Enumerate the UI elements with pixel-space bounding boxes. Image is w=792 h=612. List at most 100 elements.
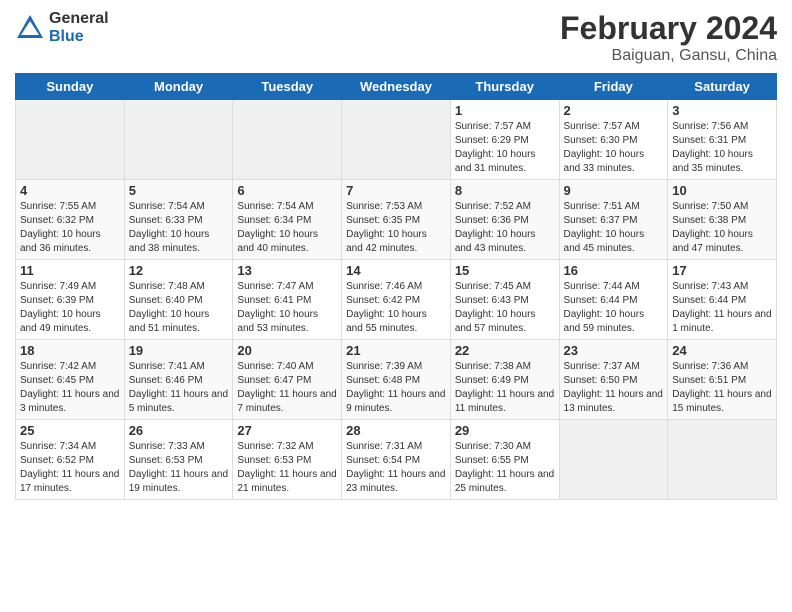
day-info: Sunrise: 7:54 AMSunset: 6:33 PMDaylight:… bbox=[129, 200, 229, 256]
logo-icon bbox=[15, 13, 45, 43]
day-info: Sunrise: 7:36 AMSunset: 6:51 PMDaylight:… bbox=[672, 360, 772, 416]
day-number: 25 bbox=[20, 423, 120, 438]
weekday-header: Wednesday bbox=[342, 74, 451, 100]
header-row: SundayMondayTuesdayWednesdayThursdayFrid… bbox=[16, 74, 777, 100]
calendar-cell: 27 Sunrise: 7:32 AMSunset: 6:53 PMDayligh… bbox=[233, 420, 342, 500]
day-info: Sunrise: 7:44 AMSunset: 6:44 PMDaylight:… bbox=[564, 280, 664, 336]
day-info: Sunrise: 7:53 AMSunset: 6:35 PMDaylight:… bbox=[346, 200, 446, 256]
calendar-cell bbox=[16, 100, 125, 180]
weekday-header: Friday bbox=[559, 74, 668, 100]
calendar-week-row: 25 Sunrise: 7:34 AMSunset: 6:52 PMDayligh… bbox=[16, 420, 777, 500]
day-number: 7 bbox=[346, 183, 446, 198]
calendar-cell: 1 Sunrise: 7:57 AMSunset: 6:29 PMDaylight… bbox=[450, 100, 559, 180]
day-number: 28 bbox=[346, 423, 446, 438]
day-number: 4 bbox=[20, 183, 120, 198]
day-number: 18 bbox=[20, 343, 120, 358]
day-info: Sunrise: 7:43 AMSunset: 6:44 PMDaylight:… bbox=[672, 280, 772, 336]
day-info: Sunrise: 7:31 AMSunset: 6:54 PMDaylight:… bbox=[346, 440, 446, 496]
day-info: Sunrise: 7:54 AMSunset: 6:34 PMDaylight:… bbox=[237, 200, 337, 256]
day-info: Sunrise: 7:37 AMSunset: 6:50 PMDaylight:… bbox=[564, 360, 664, 416]
calendar-cell: 18 Sunrise: 7:42 AMSunset: 6:45 PMDayligh… bbox=[16, 340, 125, 420]
day-info: Sunrise: 7:49 AMSunset: 6:39 PMDaylight:… bbox=[20, 280, 120, 336]
calendar-cell: 19 Sunrise: 7:41 AMSunset: 6:46 PMDayligh… bbox=[124, 340, 233, 420]
title-block: February 2024 Baiguan, Gansu, China bbox=[560, 10, 777, 65]
day-info: Sunrise: 7:56 AMSunset: 6:31 PMDaylight:… bbox=[672, 120, 772, 176]
calendar-cell: 29Sunrise: 7:30 AMSunset: 6:55 PMDayligh… bbox=[450, 420, 559, 500]
logo-text: General Blue bbox=[49, 10, 109, 45]
calendar-cell: 21 Sunrise: 7:39 AMSunset: 6:48 PMDayligh… bbox=[342, 340, 451, 420]
calendar-cell bbox=[559, 420, 668, 500]
calendar-week-row: 4Sunrise: 7:55 AMSunset: 6:32 PMDaylight… bbox=[16, 180, 777, 260]
day-number: 1 bbox=[455, 103, 555, 118]
calendar-cell: 10Sunrise: 7:50 AMSunset: 6:38 PMDayligh… bbox=[668, 180, 777, 260]
calendar-cell: 20 Sunrise: 7:40 AMSunset: 6:47 PMDayligh… bbox=[233, 340, 342, 420]
day-number: 20 bbox=[237, 343, 337, 358]
calendar-cell: 12 Sunrise: 7:48 AMSunset: 6:40 PMDayligh… bbox=[124, 260, 233, 340]
day-info: Sunrise: 7:34 AMSunset: 6:52 PMDaylight:… bbox=[20, 440, 120, 496]
calendar-cell bbox=[668, 420, 777, 500]
day-info: Sunrise: 7:32 AMSunset: 6:53 PMDaylight:… bbox=[237, 440, 337, 496]
day-number: 6 bbox=[237, 183, 337, 198]
calendar-cell: 6 Sunrise: 7:54 AMSunset: 6:34 PMDaylight… bbox=[233, 180, 342, 260]
day-number: 15 bbox=[455, 263, 555, 278]
day-info: Sunrise: 7:42 AMSunset: 6:45 PMDaylight:… bbox=[20, 360, 120, 416]
day-number: 26 bbox=[129, 423, 229, 438]
day-info: Sunrise: 7:52 AMSunset: 6:36 PMDaylight:… bbox=[455, 200, 555, 256]
day-number: 24 bbox=[672, 343, 772, 358]
day-info: Sunrise: 7:41 AMSunset: 6:46 PMDaylight:… bbox=[129, 360, 229, 416]
calendar-cell: 25 Sunrise: 7:34 AMSunset: 6:52 PMDayligh… bbox=[16, 420, 125, 500]
calendar-cell: 8Sunrise: 7:52 AMSunset: 6:36 PMDaylight… bbox=[450, 180, 559, 260]
day-number: 17 bbox=[672, 263, 772, 278]
day-number: 19 bbox=[129, 343, 229, 358]
calendar-cell: 11 Sunrise: 7:49 AMSunset: 6:39 PMDayligh… bbox=[16, 260, 125, 340]
page-header: General Blue February 2024 Baiguan, Gans… bbox=[15, 10, 777, 65]
day-info: Sunrise: 7:40 AMSunset: 6:47 PMDaylight:… bbox=[237, 360, 337, 416]
day-number: 16 bbox=[564, 263, 664, 278]
day-info: Sunrise: 7:39 AMSunset: 6:48 PMDaylight:… bbox=[346, 360, 446, 416]
day-info: Sunrise: 7:57 AMSunset: 6:30 PMDaylight:… bbox=[564, 120, 664, 176]
day-number: 21 bbox=[346, 343, 446, 358]
calendar-week-row: 18 Sunrise: 7:42 AMSunset: 6:45 PMDayligh… bbox=[16, 340, 777, 420]
calendar-cell bbox=[342, 100, 451, 180]
calendar-week-row: 11 Sunrise: 7:49 AMSunset: 6:39 PMDayligh… bbox=[16, 260, 777, 340]
calendar-title: February 2024 bbox=[560, 10, 777, 47]
calendar-cell: 13Sunrise: 7:47 AMSunset: 6:41 PMDayligh… bbox=[233, 260, 342, 340]
calendar-cell bbox=[233, 100, 342, 180]
logo-general: General bbox=[49, 10, 109, 28]
day-number: 29 bbox=[455, 423, 555, 438]
calendar-page: General Blue February 2024 Baiguan, Gans… bbox=[0, 0, 792, 612]
day-info: Sunrise: 7:38 AMSunset: 6:49 PMDaylight:… bbox=[455, 360, 555, 416]
day-number: 27 bbox=[237, 423, 337, 438]
day-info: Sunrise: 7:57 AMSunset: 6:29 PMDaylight:… bbox=[455, 120, 555, 176]
calendar-cell: 3 Sunrise: 7:56 AMSunset: 6:31 PMDaylight… bbox=[668, 100, 777, 180]
calendar-cell: 7 Sunrise: 7:53 AMSunset: 6:35 PMDaylight… bbox=[342, 180, 451, 260]
day-number: 3 bbox=[672, 103, 772, 118]
day-number: 11 bbox=[20, 263, 120, 278]
calendar-cell: 22 Sunrise: 7:38 AMSunset: 6:49 PMDayligh… bbox=[450, 340, 559, 420]
day-info: Sunrise: 7:33 AMSunset: 6:53 PMDaylight:… bbox=[129, 440, 229, 496]
calendar-cell: 2Sunrise: 7:57 AMSunset: 6:30 PMDaylight… bbox=[559, 100, 668, 180]
calendar-week-row: 1 Sunrise: 7:57 AMSunset: 6:29 PMDaylight… bbox=[16, 100, 777, 180]
calendar-cell: 28 Sunrise: 7:31 AMSunset: 6:54 PMDayligh… bbox=[342, 420, 451, 500]
day-info: Sunrise: 7:48 AMSunset: 6:40 PMDaylight:… bbox=[129, 280, 229, 336]
calendar-cell: 24 Sunrise: 7:36 AMSunset: 6:51 PMDayligh… bbox=[668, 340, 777, 420]
calendar-cell bbox=[124, 100, 233, 180]
weekday-header: Saturday bbox=[668, 74, 777, 100]
calendar-cell: 15Sunrise: 7:45 AMSunset: 6:43 PMDayligh… bbox=[450, 260, 559, 340]
weekday-header: Thursday bbox=[450, 74, 559, 100]
weekday-header: Sunday bbox=[16, 74, 125, 100]
day-number: 13 bbox=[237, 263, 337, 278]
day-number: 5 bbox=[129, 183, 229, 198]
calendar-cell: 16 Sunrise: 7:44 AMSunset: 6:44 PMDayligh… bbox=[559, 260, 668, 340]
day-info: Sunrise: 7:51 AMSunset: 6:37 PMDaylight:… bbox=[564, 200, 664, 256]
calendar-cell: 17 Sunrise: 7:43 AMSunset: 6:44 PMDayligh… bbox=[668, 260, 777, 340]
day-number: 12 bbox=[129, 263, 229, 278]
calendar-table: SundayMondayTuesdayWednesdayThursdayFrid… bbox=[15, 73, 777, 500]
logo: General Blue bbox=[15, 10, 109, 45]
calendar-cell: 4Sunrise: 7:55 AMSunset: 6:32 PMDaylight… bbox=[16, 180, 125, 260]
calendar-cell: 26 Sunrise: 7:33 AMSunset: 6:53 PMDayligh… bbox=[124, 420, 233, 500]
logo-blue: Blue bbox=[49, 28, 109, 46]
day-number: 22 bbox=[455, 343, 555, 358]
calendar-cell: 5 Sunrise: 7:54 AMSunset: 6:33 PMDaylight… bbox=[124, 180, 233, 260]
calendar-cell: 9Sunrise: 7:51 AMSunset: 6:37 PMDaylight… bbox=[559, 180, 668, 260]
